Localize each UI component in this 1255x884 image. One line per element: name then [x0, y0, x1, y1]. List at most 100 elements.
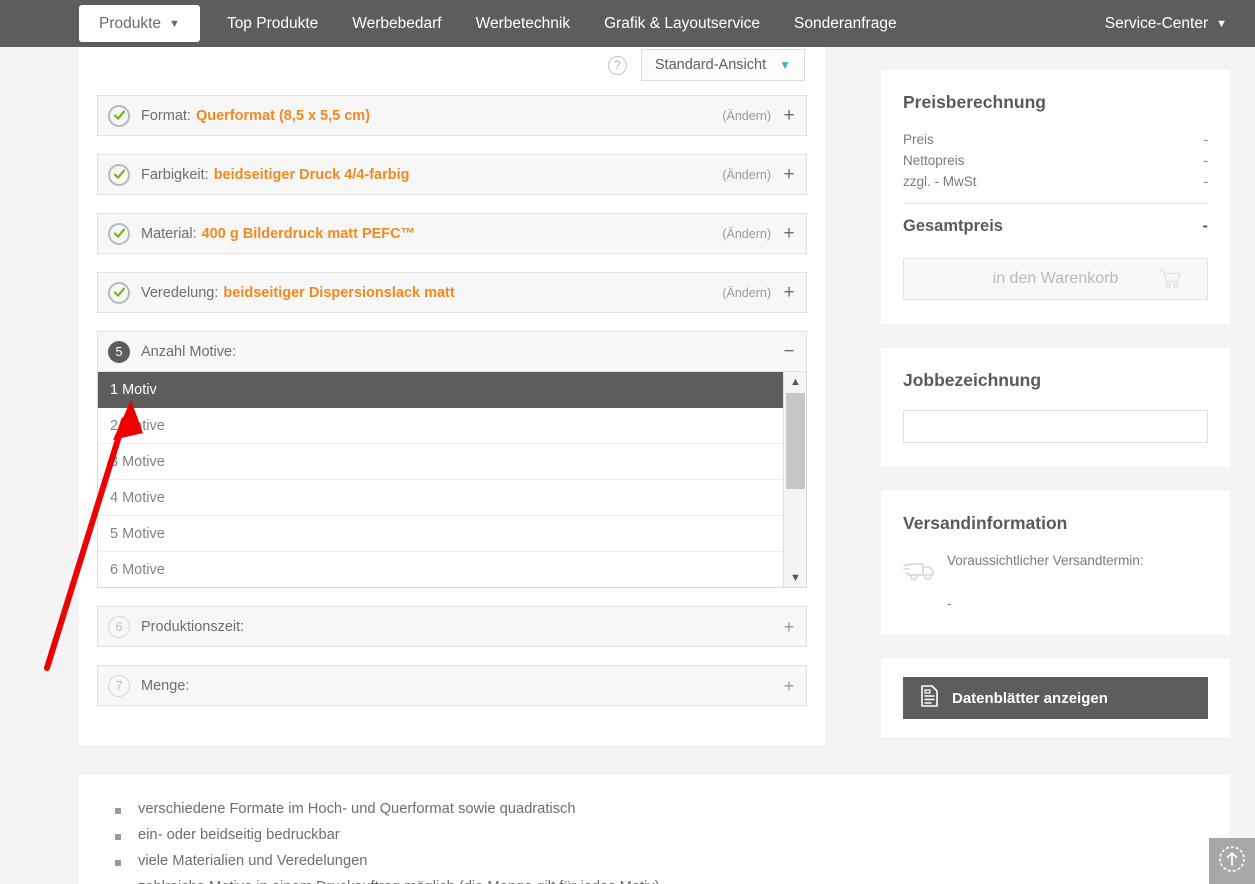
list-item: viele Materialien und Veredelungen: [115, 853, 1230, 869]
add-to-cart-label: in den Warenkorb: [992, 270, 1119, 287]
change-link[interactable]: (Ändern): [722, 168, 771, 182]
nav-item-grafik-layoutservice[interactable]: Grafik & Layoutservice: [587, 0, 777, 47]
option-label: 4 Motive: [110, 489, 165, 506]
show-datasheets-button[interactable]: Datenblätter anzeigen: [903, 677, 1208, 719]
config-row-value: 400 g Bilderdruck matt PEFC™: [201, 225, 416, 242]
step-badge: 6: [108, 615, 130, 638]
price-line-preis: Preis -: [903, 132, 1208, 147]
config-row-actions: (Ändern) +: [722, 224, 795, 243]
option-label: 6 Motive: [110, 561, 165, 578]
option-item-5-motive[interactable]: 5 Motive: [98, 516, 783, 552]
view-mode-label: Standard-Ansicht: [654, 57, 767, 73]
expand-icon[interactable]: +: [783, 677, 795, 695]
config-row-actions: +: [783, 677, 795, 695]
nav-item-label: Top Produkte: [226, 14, 319, 32]
config-row-veredelung[interactable]: Veredelung: beidseitiger Dispersionslack…: [97, 272, 807, 313]
job-panel-title: Jobbezeichnung: [903, 370, 1042, 390]
option-list-items: 1 Motiv 2 Motive 3 Motive 4 Motive 5 Mot…: [98, 372, 783, 587]
config-row-actions: (Ändern) +: [722, 165, 795, 184]
change-link[interactable]: (Ändern): [722, 227, 771, 241]
config-row-label: Material:: [141, 225, 197, 242]
add-to-cart-button[interactable]: in den Warenkorb: [903, 258, 1208, 300]
expand-icon[interactable]: +: [783, 224, 795, 243]
shipping-information-panel: Versandinformation Voraussichtlicher Ver…: [881, 491, 1230, 635]
config-row-material[interactable]: Material: 400 g Bilderdruck matt PEFC™ (…: [97, 213, 807, 254]
configurator-rows: Format: Querformat (8,5 x 5,5 cm) (Änder…: [97, 95, 807, 724]
shipping-row: Voraussichtlicher Versandtermin: -: [903, 553, 1208, 611]
change-link[interactable]: (Ändern): [722, 109, 771, 123]
option-label: 1 Motiv: [110, 382, 157, 398]
config-row-format[interactable]: Format: Querformat (8,5 x 5,5 cm) (Änder…: [97, 95, 807, 136]
config-row-label: Format:: [141, 107, 191, 124]
config-row-actions: (Ändern) +: [722, 283, 795, 302]
price-total-row: Gesamtpreis -: [903, 217, 1208, 236]
price-line-label: Nettopreis: [903, 153, 965, 168]
price-line-value: -: [1203, 132, 1209, 147]
view-bar: ? Standard-Ansicht ▼: [607, 49, 805, 81]
option-list-scrollbar[interactable]: ▲ ▼: [783, 372, 806, 587]
config-row-produktionszeit[interactable]: 6 Produktionszeit: +: [97, 606, 807, 647]
config-row-label: Menge:: [141, 677, 190, 694]
step-badge: 5: [108, 340, 130, 363]
price-line-nettopreis: Nettopreis -: [903, 153, 1208, 168]
delivery-truck-icon: [903, 553, 947, 589]
datasheets-panel: Datenblätter anzeigen: [881, 659, 1230, 737]
nav-item-label: Produkte: [99, 14, 162, 32]
nav-item-werbetechnik[interactable]: Werbetechnik: [459, 0, 587, 47]
expand-icon[interactable]: +: [783, 106, 795, 125]
expand-icon[interactable]: +: [783, 165, 795, 184]
config-row-menge[interactable]: 7 Menge: +: [97, 665, 807, 706]
nav-item-werbebedarf[interactable]: Werbebedarf: [335, 0, 458, 47]
config-row-actions: +: [783, 618, 795, 636]
config-row-anzahl-motive[interactable]: 5 Anzahl Motive: −: [97, 331, 807, 372]
feature-bullet-list: verschiedene Formate im Hoch- und Querfo…: [115, 801, 1230, 884]
question-mark-icon[interactable]: ?: [607, 55, 627, 75]
shipping-date-value: -: [947, 596, 952, 611]
nav-item-produkte[interactable]: Produkte ▼: [79, 5, 200, 42]
sidebar: Preisberechnung Preis - Nettopreis - zzg…: [881, 70, 1230, 737]
config-row-actions: (Ändern) +: [722, 106, 795, 125]
check-circle-icon: [108, 222, 130, 245]
change-link[interactable]: (Ändern): [722, 286, 771, 300]
scroll-to-top-button[interactable]: [1209, 838, 1255, 884]
collapse-icon[interactable]: −: [783, 342, 795, 361]
scroll-down-arrow-icon[interactable]: ▼: [784, 568, 806, 587]
option-item-2-motive[interactable]: 2 Motive: [98, 408, 783, 444]
option-label: 5 Motive: [110, 525, 165, 542]
price-line-label: zzgl. - MwSt: [903, 174, 977, 189]
expand-icon[interactable]: +: [783, 618, 795, 636]
option-item-3-motive[interactable]: 3 Motive: [98, 444, 783, 480]
price-line-value: -: [1203, 174, 1209, 189]
list-item: ein- oder beidseitig bedruckbar: [115, 827, 1230, 843]
config-row-label: Veredelung:: [141, 284, 219, 301]
nav-item-label: Werbetechnik: [475, 14, 571, 32]
arrow-up-circle-icon: [1217, 844, 1247, 879]
scroll-up-arrow-icon[interactable]: ▲: [784, 372, 806, 392]
show-datasheets-label: Datenblätter anzeigen: [952, 689, 1108, 707]
scrollbar-thumb[interactable]: [786, 393, 805, 489]
job-name-input[interactable]: [903, 410, 1208, 443]
view-mode-select[interactable]: Standard-Ansicht ▼: [640, 49, 805, 81]
product-features-card: verschiedene Formate im Hoch- und Querfo…: [79, 775, 1230, 884]
chevron-down-icon: ▼: [1216, 17, 1227, 30]
shipping-panel-title: Versandinformation: [903, 513, 1068, 533]
list-item: zahlreiche Motive in einem Druckauftrag …: [115, 879, 1230, 884]
config-row-farbigkeit[interactable]: Farbigkeit: beidseitiger Druck 4/4-farbi…: [97, 154, 807, 195]
nav-item-top-produkte[interactable]: Top Produkte: [210, 0, 335, 47]
price-total-label: Gesamtpreis: [903, 217, 1003, 235]
option-item-6-motive[interactable]: 6 Motive: [98, 552, 783, 587]
price-line-mwst: zzgl. - MwSt -: [903, 174, 1208, 189]
config-row-value: beidseitiger Druck 4/4-farbig: [213, 166, 410, 183]
service-center-menu[interactable]: Service-Center ▼: [1105, 0, 1227, 47]
option-item-4-motive[interactable]: 4 Motive: [98, 480, 783, 516]
anzahl-motive-option-list[interactable]: 1 Motiv 2 Motive 3 Motive 4 Motive 5 Mot…: [97, 372, 807, 588]
option-label: 2 Motive: [110, 417, 165, 434]
option-item-1-motiv[interactable]: 1 Motiv: [98, 372, 783, 408]
price-total-value: -: [1202, 217, 1209, 235]
price-line-label: Preis: [903, 132, 934, 147]
check-circle-icon: [108, 163, 130, 186]
check-circle-icon: [108, 281, 130, 304]
nav-item-sonderanfrage[interactable]: Sonderanfrage: [777, 0, 914, 47]
step-badge: 7: [108, 674, 130, 697]
expand-icon[interactable]: +: [783, 283, 795, 302]
